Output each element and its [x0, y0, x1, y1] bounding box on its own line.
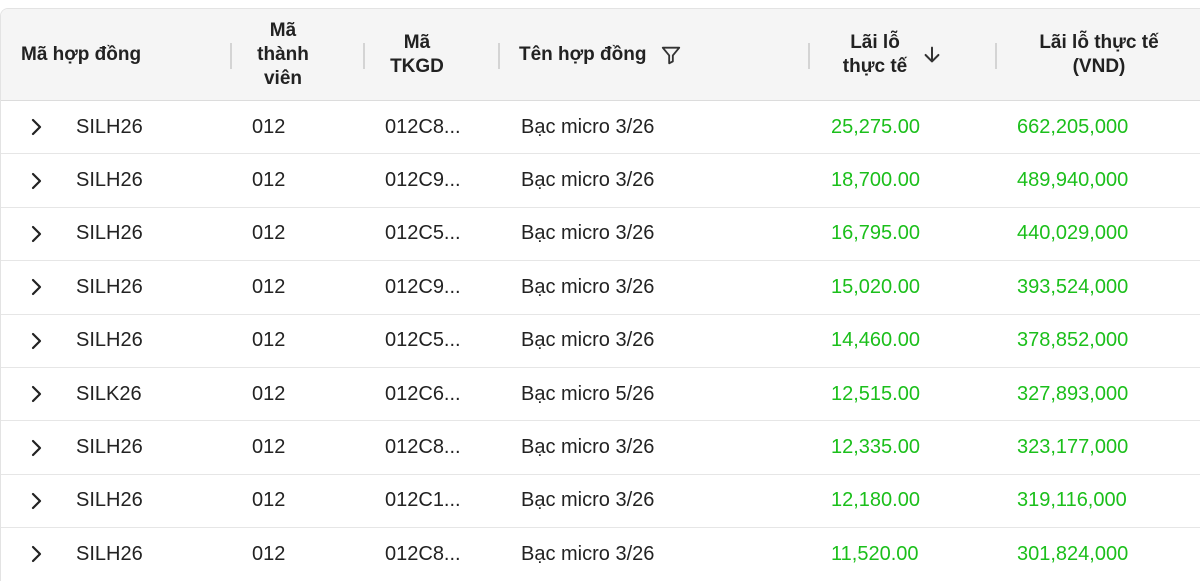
- contract-code-cell: SILH26: [76, 436, 143, 459]
- contract-name-cell: Bạc micro 3/26: [521, 329, 655, 352]
- contract-name-cell: Bạc micro 3/26: [521, 169, 655, 192]
- account-code-cell: 012C8...: [385, 115, 461, 138]
- realized-pnl-cell: 14,460.00: [831, 329, 920, 352]
- realized-pnl-vnd-cell: 323,177,000: [1017, 436, 1129, 459]
- header-contract-name-label: Tên hợp đồng: [519, 43, 647, 65]
- account-code-cell: 012C5...: [385, 222, 461, 245]
- realized-pnl-cell: 15,020.00: [831, 275, 920, 298]
- member-code-cell: 012: [252, 275, 286, 298]
- contract-name-cell: Bạc micro 3/26: [521, 115, 655, 138]
- contract-code-cell: SILH26: [76, 329, 143, 352]
- header-member-code-label: Mã thành viên: [257, 19, 309, 89]
- arrow-down-icon[interactable]: [921, 44, 943, 66]
- column-resize-handle[interactable]: [230, 43, 232, 69]
- header-contract-code[interactable]: Mã hợp đồng: [21, 9, 231, 100]
- header-contract-code-label: Mã hợp đồng: [21, 43, 142, 65]
- column-resize-handle[interactable]: [808, 43, 810, 69]
- realized-pnl-vnd-cell: 662,205,000: [1017, 115, 1129, 138]
- header-realized-pnl[interactable]: Lãi lỗ thực tế: [813, 9, 973, 100]
- member-code-cell: 012: [252, 115, 286, 138]
- chevron-right-icon[interactable]: [27, 154, 51, 206]
- contracts-table: Mã hợp đồng Mã thành viên Mã TKGD Tên hợ…: [0, 8, 1200, 581]
- account-code-cell: 012C8...: [385, 542, 461, 565]
- chevron-right-icon[interactable]: [27, 368, 51, 420]
- member-code-cell: 012: [252, 542, 286, 565]
- chevron-right-icon[interactable]: [27, 475, 51, 527]
- account-code-cell: 012C8...: [385, 436, 461, 459]
- header-contract-name[interactable]: Tên hợp đồng: [519, 9, 779, 100]
- table-row[interactable]: SILH26 012 012C5... Bạc micro 3/26 16,79…: [1, 208, 1200, 262]
- contract-name-cell: Bạc micro 3/26: [521, 542, 655, 565]
- chevron-right-icon[interactable]: [27, 528, 51, 580]
- realized-pnl-cell: 12,335.00: [831, 436, 920, 459]
- realized-pnl-cell: 12,180.00: [831, 489, 920, 512]
- chevron-right-icon[interactable]: [27, 261, 51, 313]
- contract-code-cell: SILH26: [76, 222, 143, 245]
- contract-code-cell: SILH26: [76, 169, 143, 192]
- member-code-cell: 012: [252, 436, 286, 459]
- contract-code-cell: SILH26: [76, 489, 143, 512]
- contract-name-cell: Bạc micro 3/26: [521, 222, 655, 245]
- chevron-right-icon[interactable]: [27, 208, 51, 260]
- realized-pnl-vnd-cell: 440,029,000: [1017, 222, 1129, 245]
- filter-icon[interactable]: [660, 44, 682, 66]
- table-row[interactable]: SILH26 012 012C8... Bạc micro 3/26 11,52…: [1, 528, 1200, 581]
- table-row[interactable]: SILK26 012 012C6... Bạc micro 5/26 12,51…: [1, 368, 1200, 422]
- chevron-right-icon[interactable]: [27, 315, 51, 367]
- realized-pnl-cell: 11,520.00: [831, 542, 919, 565]
- realized-pnl-vnd-cell: 378,852,000: [1017, 329, 1129, 352]
- account-code-cell: 012C1...: [385, 489, 461, 512]
- account-code-cell: 012C9...: [385, 275, 461, 298]
- realized-pnl-vnd-cell: 301,824,000: [1017, 542, 1129, 565]
- member-code-cell: 012: [252, 169, 286, 192]
- header-realized-pnl-label: Lãi lỗ thực tế: [842, 31, 908, 77]
- column-resize-handle[interactable]: [498, 43, 500, 69]
- realized-pnl-cell: 18,700.00: [831, 169, 920, 192]
- column-resize-handle[interactable]: [363, 43, 365, 69]
- table-row[interactable]: SILH26 012 012C8... Bạc micro 3/26 25,27…: [1, 101, 1200, 155]
- table-row[interactable]: SILH26 012 012C9... Bạc micro 3/26 15,02…: [1, 261, 1200, 315]
- member-code-cell: 012: [252, 489, 286, 512]
- realized-pnl-vnd-cell: 393,524,000: [1017, 275, 1129, 298]
- realized-pnl-cell: 25,275.00: [831, 115, 920, 138]
- account-code-cell: 012C6...: [385, 382, 461, 405]
- table-row[interactable]: SILH26 012 012C5... Bạc micro 3/26 14,46…: [1, 315, 1200, 368]
- realized-pnl-vnd-cell: 327,893,000: [1017, 382, 1129, 405]
- contract-name-cell: Bạc micro 3/26: [521, 275, 655, 298]
- table-row[interactable]: SILH26 012 012C8... Bạc micro 3/26 12,33…: [1, 421, 1200, 475]
- contract-code-cell: SILH26: [76, 115, 143, 138]
- header-realized-pnl-vnd[interactable]: Lãi lỗ thực tế (VND): [999, 9, 1199, 100]
- realized-pnl-cell: 12,515.00: [831, 382, 920, 405]
- chevron-right-icon[interactable]: [27, 421, 51, 473]
- table-body: SILH26 012 012C8... Bạc micro 3/26 25,27…: [1, 101, 1200, 581]
- header-account-code[interactable]: Mã TKGD: [367, 9, 467, 100]
- contract-name-cell: Bạc micro 3/26: [521, 436, 655, 459]
- table-header: Mã hợp đồng Mã thành viên Mã TKGD Tên hợ…: [1, 9, 1200, 101]
- contract-code-cell: SILH26: [76, 275, 143, 298]
- contract-code-cell: SILH26: [76, 542, 143, 565]
- header-realized-pnl-vnd-label: Lãi lỗ thực tế (VND): [1039, 31, 1159, 77]
- account-code-cell: 012C5...: [385, 329, 461, 352]
- member-code-cell: 012: [252, 329, 286, 352]
- contract-name-cell: Bạc micro 3/26: [521, 489, 655, 512]
- chevron-right-icon[interactable]: [27, 101, 51, 153]
- header-account-code-label: Mã TKGD: [390, 31, 444, 77]
- table-row[interactable]: SILH26 012 012C1... Bạc micro 3/26 12,18…: [1, 475, 1200, 529]
- column-resize-handle[interactable]: [995, 43, 997, 69]
- table-row[interactable]: SILH26 012 012C9... Bạc micro 3/26 18,70…: [1, 154, 1200, 208]
- contract-name-cell: Bạc micro 5/26: [521, 382, 655, 405]
- realized-pnl-cell: 16,795.00: [831, 222, 920, 245]
- header-member-code[interactable]: Mã thành viên: [233, 9, 333, 100]
- contract-code-cell: SILK26: [76, 382, 142, 405]
- account-code-cell: 012C9...: [385, 169, 461, 192]
- member-code-cell: 012: [252, 222, 286, 245]
- realized-pnl-vnd-cell: 489,940,000: [1017, 169, 1129, 192]
- realized-pnl-vnd-cell: 319,116,000: [1017, 489, 1127, 512]
- member-code-cell: 012: [252, 382, 286, 405]
